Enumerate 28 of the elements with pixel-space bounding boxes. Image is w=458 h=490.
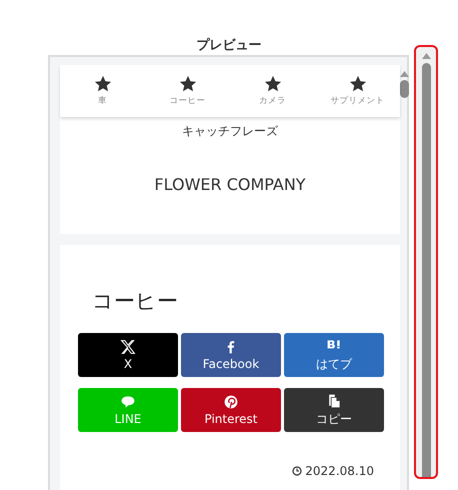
x-logo-icon	[120, 339, 136, 355]
scroll-up-icon[interactable]	[422, 53, 430, 59]
star-icon[interactable]	[178, 75, 196, 93]
star-icon[interactable]	[264, 75, 282, 93]
nav-label[interactable]: 車	[98, 95, 107, 107]
panel-title: プレビュー	[196, 36, 262, 55]
nav-label[interactable]: カメラ	[259, 95, 286, 107]
highlighted-scrollbar[interactable]	[414, 45, 438, 479]
catchphrase: キャッチフレーズ	[182, 123, 278, 140]
copy-icon	[326, 392, 342, 408]
nav-label[interactable]: サプリメント	[330, 95, 384, 107]
scroll-up-icon[interactable]	[400, 71, 409, 77]
share-button[interactable]: コピー	[284, 388, 384, 432]
star-icon[interactable]	[94, 75, 112, 93]
nav-label[interactable]: コーヒー	[170, 95, 206, 107]
post-date: 2022.08.10	[305, 464, 374, 478]
share-button[interactable]: Pinterest	[181, 388, 281, 432]
share-button[interactable]: はてブ	[284, 333, 384, 377]
clock-icon	[292, 466, 302, 476]
scroll-thumb[interactable]	[400, 80, 409, 98]
scroll-thumb[interactable]	[422, 63, 430, 477]
pinterest-p-icon	[223, 394, 239, 410]
article-heading: コーヒー	[92, 288, 179, 315]
site-name[interactable]: FLOWER COMPANY	[154, 175, 306, 194]
star-icon[interactable]	[348, 75, 366, 93]
speech-bubble-icon	[120, 394, 136, 410]
share-button[interactable]: Facebook	[181, 333, 281, 377]
share-button[interactable]: X	[78, 333, 178, 377]
